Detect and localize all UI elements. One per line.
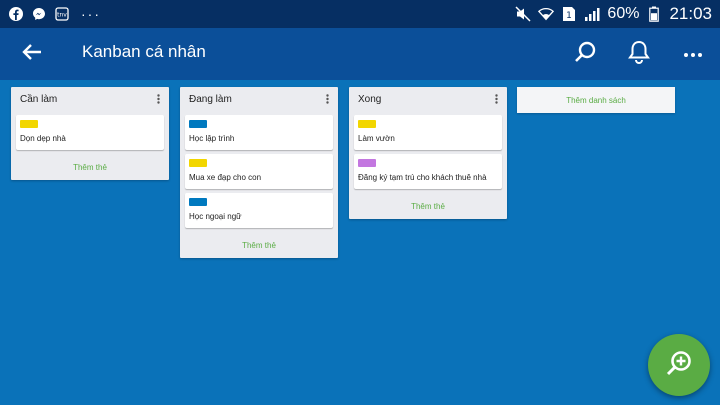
wifi-icon <box>538 6 555 22</box>
card[interactable]: Đăng ký tạm trú cho khách thuê nhà <box>354 154 502 189</box>
card-title: Dọn dẹp nhà <box>20 134 66 143</box>
card-label-blue <box>189 198 207 206</box>
search-button[interactable] <box>570 40 600 68</box>
back-button[interactable] <box>16 40 48 68</box>
card-label-yellow <box>189 159 207 167</box>
card[interactable]: Học lập trình <box>185 115 333 150</box>
add-card-button[interactable]: Thêm thẻ <box>11 154 169 180</box>
card-list: Làm vườn Đăng ký tạm trú cho khách thuê … <box>349 111 507 189</box>
list-header: Xong <box>349 87 507 111</box>
card-title: Làm vườn <box>358 134 395 143</box>
card-label-blue <box>189 120 207 128</box>
notifications-button[interactable] <box>624 40 654 68</box>
more-vertical-icon <box>494 94 498 104</box>
list-menu-button[interactable] <box>153 91 163 107</box>
page-title: Kanban cá nhân <box>82 42 206 61</box>
more-horizontal-icon <box>683 45 703 63</box>
card-title: Mua xe đạp cho con <box>189 173 262 182</box>
list-menu-button[interactable] <box>491 91 501 107</box>
kanban-board: Cần làm Dọn dẹp nhà Thêm thẻ Đang làm Họ… <box>0 80 720 405</box>
battery-icon <box>646 6 662 22</box>
svg-text:1: 1 <box>567 11 573 21</box>
arrow-back-icon <box>22 43 42 66</box>
more-notifications: ··· <box>81 6 101 22</box>
bell-icon <box>628 40 650 69</box>
facebook-icon <box>8 6 24 22</box>
card-title: Đăng ký tạm trú cho khách thuê nhà <box>358 173 487 182</box>
status-bar: tnv ··· 1 60% 21:03 <box>0 0 720 28</box>
card[interactable]: Dọn dẹp nhà <box>16 115 164 150</box>
list-in-progress: Đang làm Học lập trình Mua xe đạp cho co… <box>180 87 338 258</box>
list-title[interactable]: Cần làm <box>20 94 57 105</box>
add-card-button[interactable]: Thêm thẻ <box>349 193 507 219</box>
card-title: Học ngoại ngữ <box>189 212 242 221</box>
zoom-in-icon <box>664 348 694 383</box>
list-menu-button[interactable] <box>322 91 332 107</box>
signal-icon <box>584 6 600 22</box>
more-vertical-icon <box>325 94 329 104</box>
list-title[interactable]: Xong <box>358 94 381 105</box>
search-icon <box>573 40 597 69</box>
list-header: Đang làm <box>180 87 338 111</box>
list-done: Xong Làm vườn Đăng ký tạm trú cho khách … <box>349 87 507 219</box>
mute-icon <box>515 6 531 22</box>
card-list: Dọn dẹp nhà <box>11 111 169 150</box>
more-vertical-icon <box>156 94 160 104</box>
list-title[interactable]: Đang làm <box>189 94 232 105</box>
app-bar: Kanban cá nhân <box>0 28 720 80</box>
more-options-button[interactable] <box>678 40 708 68</box>
battery-level: 60% <box>607 5 640 22</box>
sim-icon: 1 <box>561 6 577 22</box>
tinder-icon: tnv <box>54 6 70 22</box>
clock: 21:03 <box>669 4 712 23</box>
card[interactable]: Làm vườn <box>354 115 502 150</box>
status-bar-left: tnv ··· <box>8 6 101 22</box>
card-label-yellow <box>20 120 38 128</box>
add-list-button[interactable]: Thêm danh sách <box>517 87 675 113</box>
zoom-button[interactable] <box>648 334 710 396</box>
status-bar-right: 1 60% 21:03 <box>515 4 712 24</box>
svg-text:tnv: tnv <box>57 12 67 19</box>
card-label-yellow <box>358 120 376 128</box>
list-todo: Cần làm Dọn dẹp nhà Thêm thẻ <box>11 87 169 180</box>
messenger-icon <box>31 6 47 22</box>
card-label-purple <box>358 159 376 167</box>
card-title: Học lập trình <box>189 134 235 143</box>
add-card-button[interactable]: Thêm thẻ <box>180 232 338 258</box>
card[interactable]: Mua xe đạp cho con <box>185 154 333 189</box>
list-header: Cần làm <box>11 87 169 111</box>
card-list: Học lập trình Mua xe đạp cho con Học ngo… <box>180 111 338 228</box>
card[interactable]: Học ngoại ngữ <box>185 193 333 228</box>
